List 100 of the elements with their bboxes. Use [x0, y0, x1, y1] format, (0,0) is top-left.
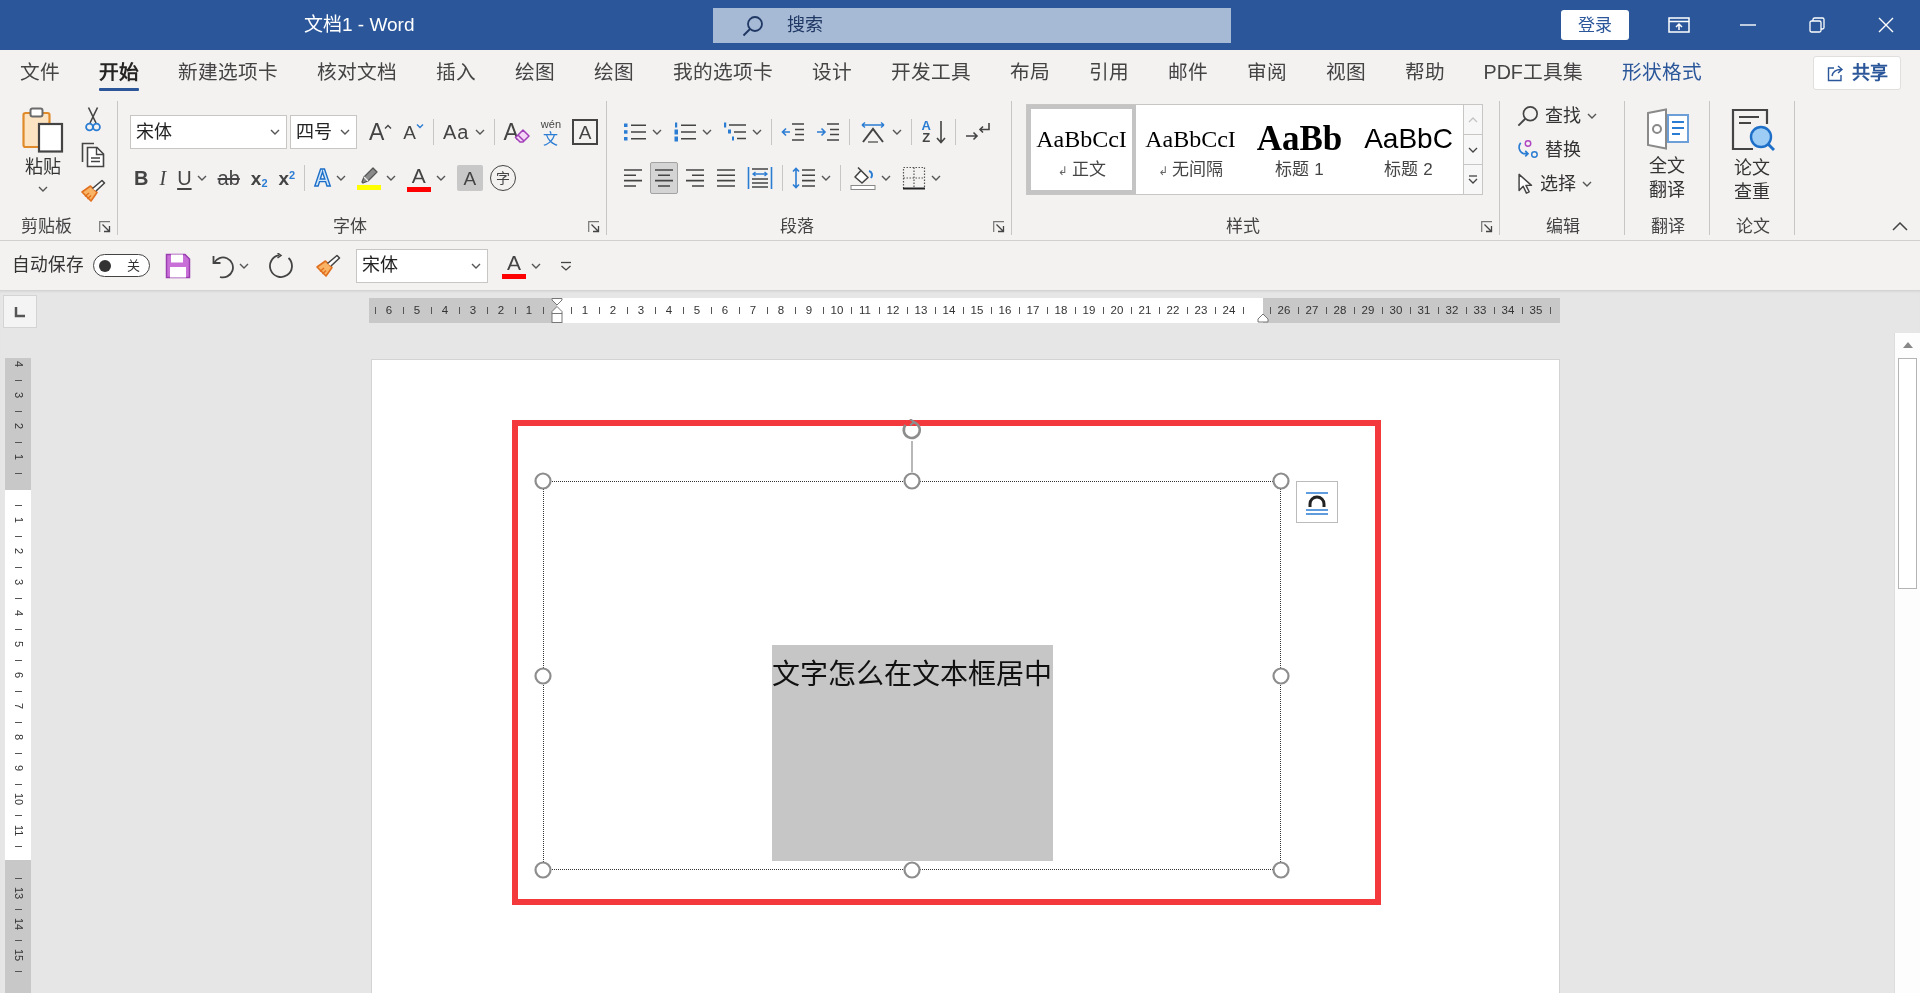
ruler-number: 1: [525, 302, 533, 318]
superscript-button[interactable]: x$^{2}$: [274, 162, 300, 194]
close-icon: [1877, 17, 1894, 33]
style-gallery-item[interactable]: AaBb 标题 1: [1245, 105, 1354, 194]
dialog-launcher-icon[interactable]: [99, 221, 111, 233]
autosave-toggle[interactable]: 关: [93, 254, 150, 277]
style-gallery-item[interactable]: AaBbC 标题 2: [1354, 105, 1463, 194]
resize-handle[interactable]: [1272, 861, 1290, 879]
ribbon-tab[interactable]: 视图: [1306, 50, 1385, 95]
ruler-number: 13: [12, 887, 24, 900]
down-arrow-icon: [936, 120, 947, 144]
ruler-number: 18: [1054, 302, 1068, 318]
grow-font-button[interactable]: A: [365, 116, 397, 148]
strikethrough-button[interactable]: ab: [213, 162, 244, 194]
ruler-number: 7: [749, 302, 757, 318]
paragraph-mark-icon: [965, 121, 992, 143]
sort-button[interactable]: AZ: [917, 116, 951, 148]
ribbon-tab[interactable]: 核对文档: [297, 50, 416, 95]
paragraph-text: 文字怎么在文本框居中: [771, 645, 1053, 861]
ruler-number: 27: [1305, 302, 1319, 318]
dialog-launcher-icon[interactable]: [588, 221, 600, 233]
ruler-number: 4: [441, 302, 449, 318]
font-size-field[interactable]: 四号: [290, 115, 357, 149]
phonetic-guide-button[interactable]: wén 文: [536, 116, 566, 148]
dialog-launcher-icon[interactable]: [1481, 221, 1493, 233]
font-color-button[interactable]: A: [402, 162, 450, 194]
resize-handle[interactable]: [903, 472, 921, 490]
group-label: 编辑: [1545, 217, 1580, 237]
ribbon-tab[interactable]: 布局: [990, 50, 1069, 95]
resize-handle[interactable]: [1272, 472, 1290, 490]
translate-button[interactable]: 全文翻译: [1640, 105, 1695, 205]
font-color-button[interactable]: A: [498, 249, 545, 282]
ribbon-tab[interactable]: 绘图: [495, 50, 574, 95]
horizontal-ruler[interactable]: 6 5 4 3 2 1 1 2 3 4 5 6 7 8 9 10 11 12 13 14 15 16 17 18 19 20 21 22 23 24 26 27 28 29 30 31 32 33 34 35: [369, 298, 1560, 323]
ribbon-tab[interactable]: 开发工具: [871, 50, 990, 95]
select-button[interactable]: 选择: [1514, 167, 1595, 201]
ribbon-tab[interactable]: 绘图: [574, 50, 653, 95]
ruler-number: 21: [1138, 302, 1152, 318]
ribbon-tab[interactable]: 邮件: [1148, 50, 1227, 95]
character-border-button[interactable]: A: [572, 119, 599, 145]
caret-up-icon: [384, 124, 393, 129]
ruler-number: 11: [859, 302, 871, 318]
share-button[interactable]: 共享: [1813, 55, 1901, 90]
ruler-number: 3: [637, 302, 645, 318]
indent-marker[interactable]: [1257, 313, 1269, 323]
subscript-button[interactable]: x$_{2}$: [246, 162, 272, 194]
resize-handle[interactable]: [534, 472, 552, 490]
increase-indent-icon: [816, 121, 840, 143]
ruler-number: 2: [12, 423, 24, 430]
resize-handle[interactable]: [534, 666, 552, 685]
resize-handle[interactable]: [534, 861, 552, 879]
shrink-font-button[interactable]: A: [399, 116, 429, 148]
group-label: 翻译: [1650, 217, 1685, 237]
paste-button[interactable]: 粘贴: [12, 100, 74, 197]
ruler-number: 14: [12, 918, 24, 931]
borders-icon: [902, 166, 926, 190]
ribbon-tab[interactable]: 引用: [1069, 50, 1148, 95]
cursor-arrow-icon: [1517, 173, 1534, 195]
bold-button[interactable]: B: [130, 162, 153, 194]
replace-button[interactable]: 替换: [1514, 133, 1584, 167]
style-gallery-item[interactable]: AaBbCcI ↲ 无间隔: [1136, 105, 1245, 194]
underline-button[interactable]: U: [173, 162, 211, 194]
font-name-field[interactable]: 宋体: [356, 248, 488, 283]
sign-in-button[interactable]: 登录: [1561, 10, 1629, 40]
layout-options-icon[interactable]: [1296, 481, 1338, 523]
ribbon-tab[interactable]: 审阅: [1227, 50, 1306, 95]
change-case-button[interactable]: Aa: [439, 116, 489, 148]
ribbon-tab[interactable]: 设计: [792, 50, 871, 95]
ribbon-tab[interactable]: PDF工具集: [1464, 50, 1603, 95]
indent-marker[interactable]: [551, 298, 563, 323]
gallery-more-button[interactable]: [1464, 165, 1482, 194]
rotate-handle-icon[interactable]: [900, 419, 924, 472]
find-button[interactable]: 查找: [1514, 99, 1600, 133]
vertical-ruler[interactable]: 4 3 2 1 1 2 3 4 5 6 7 8 9 10 11 13 14 15: [5, 358, 31, 993]
italic-button[interactable]: I: [155, 162, 171, 194]
ribbon-tab[interactable]: 文件: [0, 50, 79, 95]
ruler-number: 3: [12, 579, 24, 586]
character-shading-button[interactable]: A: [456, 165, 483, 191]
vertical-scrollbar[interactable]: [1894, 333, 1920, 993]
ruler-number: 8: [777, 302, 785, 318]
group-label: 段落: [779, 217, 814, 237]
ribbon-tab[interactable]: 形状格式: [1602, 50, 1722, 95]
resize-handle[interactable]: [1272, 666, 1290, 685]
scroll-thumb[interactable]: [1898, 358, 1917, 589]
ribbon-tab[interactable]: 开始: [79, 50, 158, 95]
ribbon-tab[interactable]: 新建选项卡: [158, 50, 297, 95]
ribbon-tab[interactable]: 我的选项卡: [653, 50, 792, 95]
align-center-button[interactable]: [650, 162, 678, 194]
search-field[interactable]: 搜索: [713, 7, 1231, 43]
resize-handle[interactable]: [903, 861, 921, 879]
dialog-launcher-icon[interactable]: [993, 221, 1005, 233]
ribbon-tab[interactable]: 帮助: [1385, 50, 1464, 95]
ruler-number: 29: [1361, 302, 1375, 318]
font-name-field[interactable]: 宋体: [130, 115, 287, 149]
paint-bucket-icon: [850, 166, 876, 190]
ribbon-tab[interactable]: 插入: [416, 50, 495, 95]
style-gallery-item[interactable]: AaBbCcI ↲ 正文: [1027, 105, 1136, 194]
paper-check-button[interactable]: 论文查重: [1725, 105, 1780, 207]
tab-selector-button[interactable]: [3, 295, 37, 328]
group-label: 样式: [1226, 217, 1260, 237]
